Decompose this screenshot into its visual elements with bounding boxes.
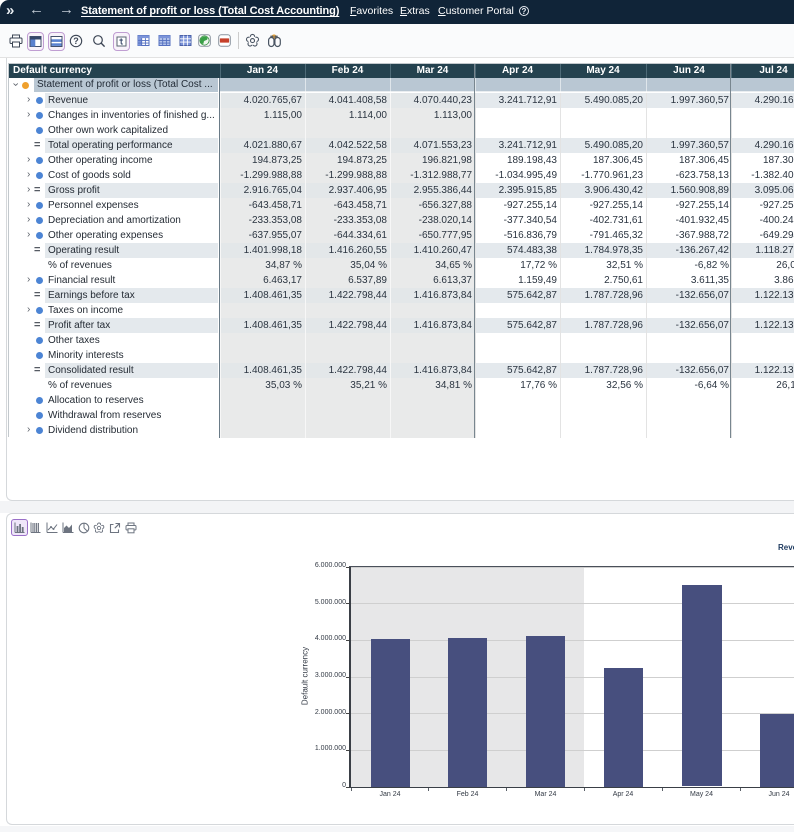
svg-text:?: ? — [73, 36, 79, 46]
